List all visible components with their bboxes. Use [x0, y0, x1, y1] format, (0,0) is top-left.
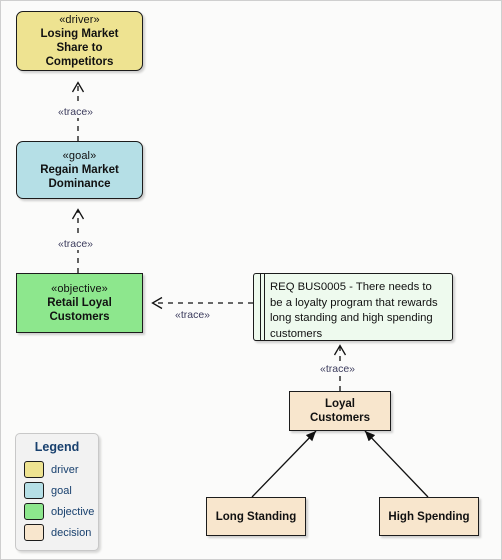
- node-high-spending[interactable]: High Spending: [379, 497, 479, 536]
- node-long-standing-label: Long Standing: [215, 510, 297, 523]
- edge-label-requirement-to-objective: «trace»: [173, 309, 213, 321]
- legend-label-decision: decision: [51, 526, 92, 539]
- edge-label-loyal-to-requirement: «trace»: [318, 363, 358, 375]
- legend-item-driver: driver: [16, 459, 98, 480]
- edge-high-spending-to-loyal: [364, 430, 429, 498]
- node-driver-label: Losing Market Share to Competitors: [40, 28, 119, 68]
- node-objective-stereotype: «objective»: [51, 283, 108, 295]
- node-goal-label: Regain Market Dominance: [40, 164, 119, 190]
- requirement-bar-outer: [260, 274, 262, 340]
- edge-long-standing-to-loyal: [251, 430, 317, 498]
- edge-label-goal-to-driver: «trace»: [56, 106, 96, 118]
- legend-label-goal: goal: [51, 484, 72, 497]
- node-loyal-customers-label: Loyal Customers: [309, 398, 371, 424]
- node-high-spending-label: High Spending: [388, 510, 470, 523]
- legend-label-driver: driver: [51, 463, 79, 476]
- legend-swatch-objective: [24, 503, 44, 520]
- edge-label-objective-to-goal: «trace»: [56, 238, 96, 250]
- legend-swatch-goal: [24, 482, 44, 499]
- legend-item-decision: decision: [16, 522, 98, 543]
- legend-swatch-decision: [24, 524, 44, 541]
- node-requirement[interactable]: REQ BUS0005 - There needs to be a loyalt…: [253, 273, 453, 341]
- legend-swatch-driver: [24, 461, 44, 478]
- node-loyal-customers[interactable]: Loyal Customers: [289, 391, 391, 431]
- legend-label-objective: objective: [51, 505, 95, 518]
- node-goal-stereotype: «goal»: [62, 150, 97, 162]
- requirement-bar-inner: [264, 274, 266, 340]
- legend-title: Legend: [34, 440, 80, 454]
- node-long-standing[interactable]: Long Standing: [206, 497, 306, 536]
- legend-item-objective: objective: [16, 501, 98, 522]
- legend-panel: Legend driver goal objective decision: [15, 433, 99, 551]
- requirement-text: REQ BUS0005 - There needs to be a loyalt…: [270, 281, 438, 340]
- node-goal[interactable]: «goal» Regain Market Dominance: [16, 141, 143, 199]
- node-driver[interactable]: «driver» Losing Market Share to Competit…: [16, 11, 143, 71]
- node-objective[interactable]: «objective» Retail Loyal Customers: [16, 273, 143, 333]
- legend-item-goal: goal: [16, 480, 98, 501]
- diagram-canvas: «driver» Losing Market Share to Competit…: [0, 0, 502, 560]
- node-driver-stereotype: «driver»: [59, 14, 100, 26]
- node-objective-label: Retail Loyal Customers: [47, 297, 112, 323]
